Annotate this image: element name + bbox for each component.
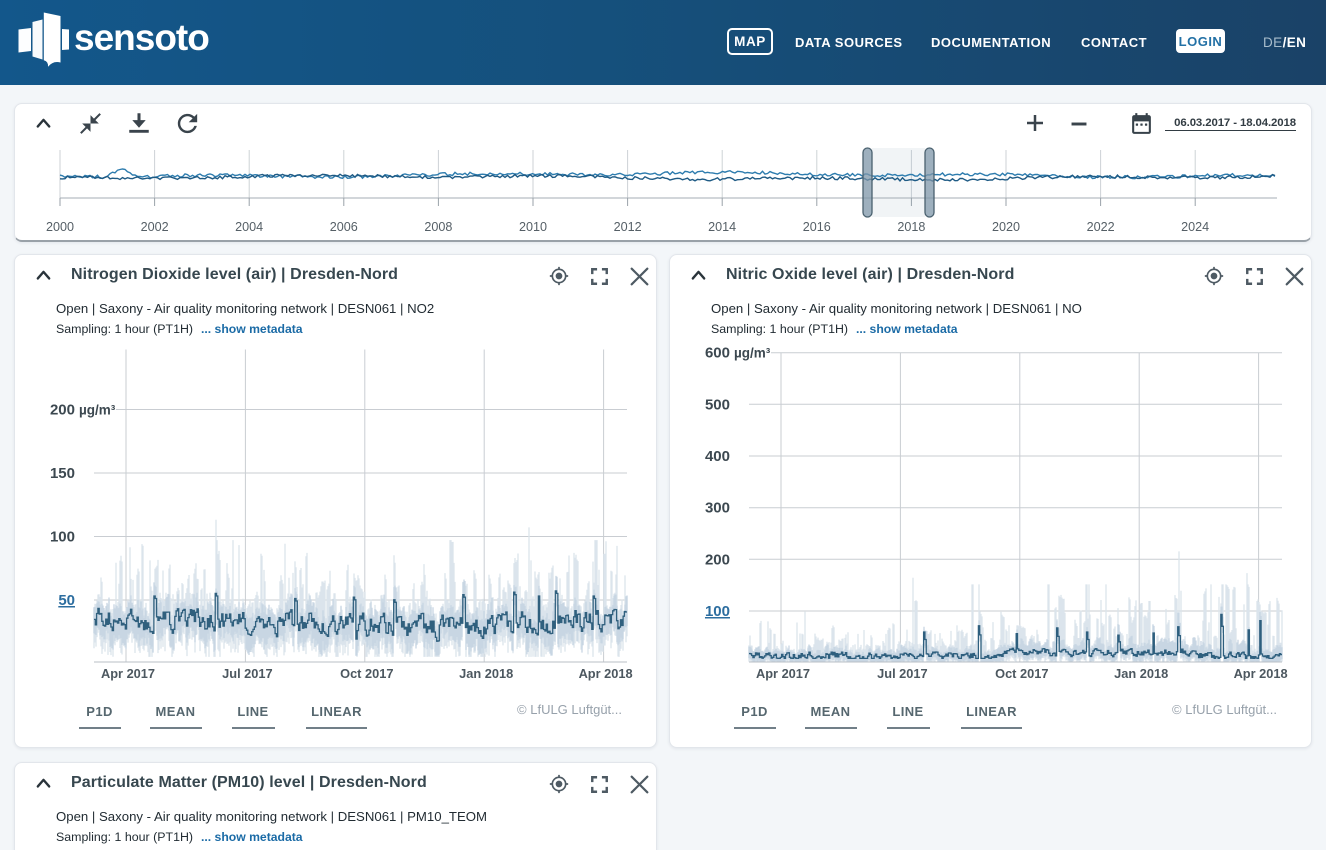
svg-text:2000: 2000 [46,220,74,234]
svg-text:Oct 2017: Oct 2017 [340,666,393,681]
svg-text:200: 200 [705,551,730,568]
svg-text:2006: 2006 [330,220,358,234]
svg-text:2020: 2020 [992,220,1020,234]
svg-text:200: 200 [50,402,75,419]
svg-text:2008: 2008 [424,220,452,234]
svg-text:Apr 2018: Apr 2018 [579,666,633,681]
svg-text:2024: 2024 [1181,220,1209,234]
svg-text:100: 100 [705,603,730,620]
svg-text:µg/m³: µg/m³ [79,403,116,418]
svg-text:Apr 2017: Apr 2017 [101,666,155,681]
svg-text:Apr 2017: Apr 2017 [756,666,810,681]
svg-text:2004: 2004 [235,220,263,234]
svg-text:2018: 2018 [897,220,925,234]
svg-text:2014: 2014 [708,220,736,234]
svg-text:2010: 2010 [519,220,547,234]
svg-text:600: 600 [705,345,730,362]
svg-text:Jan 2018: Jan 2018 [1114,666,1168,681]
svg-text:Jan 2018: Jan 2018 [459,666,513,681]
svg-text:2002: 2002 [141,220,169,234]
svg-text:150: 150 [50,465,75,482]
svg-text:Oct 2017: Oct 2017 [995,666,1048,681]
svg-text:2016: 2016 [803,220,831,234]
svg-text:100: 100 [50,529,75,546]
svg-text:500: 500 [705,396,730,413]
svg-text:400: 400 [705,448,730,465]
svg-text:Apr 2018: Apr 2018 [1234,666,1288,681]
svg-text:µg/m³: µg/m³ [734,346,771,361]
svg-text:Jul 2017: Jul 2017 [222,666,273,681]
svg-text:300: 300 [705,500,730,517]
svg-text:Jul 2017: Jul 2017 [877,666,928,681]
svg-text:2012: 2012 [614,220,642,234]
svg-text:2022: 2022 [1087,220,1115,234]
svg-text:50: 50 [58,592,75,609]
